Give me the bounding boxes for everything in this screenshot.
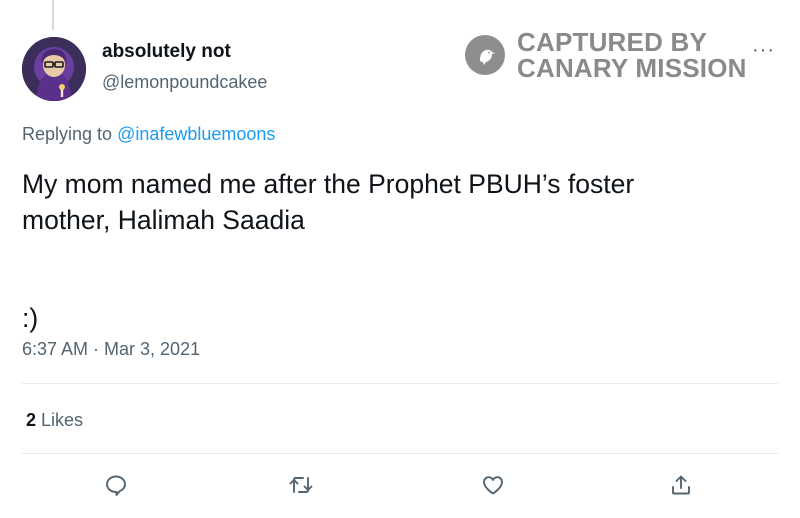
more-options-icon[interactable]: ··· xyxy=(752,40,775,60)
divider xyxy=(22,453,778,454)
reply-prefix: Replying to xyxy=(22,124,118,144)
tweet-text-line-3: :) xyxy=(22,303,39,333)
share-icon xyxy=(672,475,690,495)
author-display-name[interactable]: absolutely not xyxy=(102,41,231,63)
reply-mention-link[interactable]: @inafewbluemoons xyxy=(117,124,275,144)
thread-connector-line xyxy=(52,0,54,30)
tweet-timestamp[interactable]: 6:37 AM · Mar 3, 2021 xyxy=(22,339,200,360)
divider xyxy=(22,383,778,384)
likes-count[interactable]: 2 Likes xyxy=(26,410,83,431)
canary-mission-watermark: CAPTURED BY CANARY MISSION xyxy=(465,28,747,82)
avatar[interactable] xyxy=(22,37,86,101)
like-button[interactable] xyxy=(480,472,506,498)
tweet-text-line-1: My mom named me after the Prophet PBUH’s… xyxy=(22,169,635,199)
avatar-image xyxy=(22,37,86,101)
author-handle[interactable]: @lemonpoundcakee xyxy=(102,72,267,93)
reply-context: Replying to @inafewbluemoons xyxy=(22,124,275,145)
reply-button[interactable] xyxy=(103,472,129,498)
retweet-button[interactable] xyxy=(288,472,314,498)
share-button[interactable] xyxy=(668,472,694,498)
tweet-text: My mom named me after the Prophet PBUH’s… xyxy=(22,166,762,336)
canary-bird-icon xyxy=(465,35,505,75)
reply-icon xyxy=(106,475,126,496)
like-icon xyxy=(483,476,503,495)
watermark-line-1: CAPTURED BY xyxy=(517,27,707,57)
likes-number: 2 xyxy=(26,410,37,430)
likes-label: Likes xyxy=(36,410,84,430)
watermark-line-2: CANARY MISSION xyxy=(517,53,747,83)
retweet-icon xyxy=(289,477,313,493)
tweet-text-line-2: mother, Halimah Saadia xyxy=(22,205,305,235)
